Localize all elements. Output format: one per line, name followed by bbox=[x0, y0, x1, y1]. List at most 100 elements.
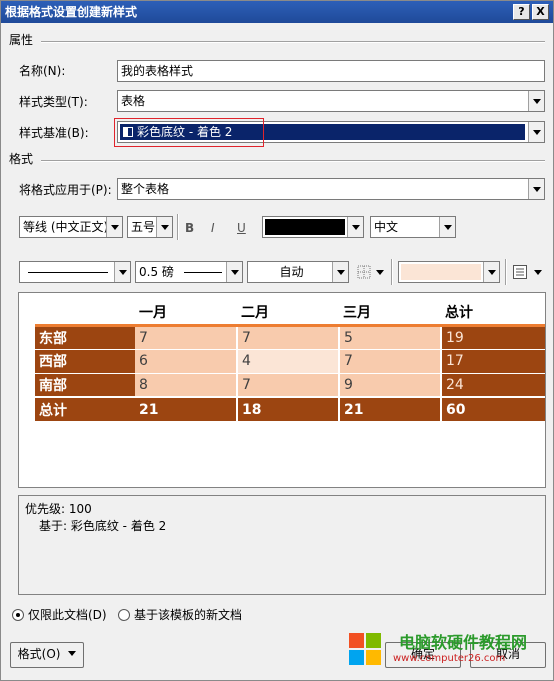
chevron-down-icon[interactable] bbox=[528, 91, 544, 111]
dialog-title: 根据格式设置创建新样式 bbox=[5, 5, 138, 19]
table-cell: 二月 bbox=[237, 301, 339, 327]
chevron-down-icon[interactable] bbox=[106, 217, 122, 237]
language-select[interactable]: 中文 bbox=[370, 216, 456, 238]
chevron-down-icon[interactable] bbox=[483, 262, 499, 282]
table-cell: 60 bbox=[441, 396, 545, 421]
toolbar-separator bbox=[177, 214, 179, 240]
only-this-doc-label[interactable]: 仅限此文档(D) bbox=[28, 607, 107, 623]
table-cell: 6 bbox=[135, 348, 238, 373]
table-cell bbox=[35, 301, 135, 327]
table-preview: 一月 二月 三月 总计 东部 7 7 5 19 西部 6 4 7 17 南部 8… bbox=[18, 292, 546, 488]
title-bar: 根据格式设置创建新样式 bbox=[1, 1, 553, 23]
format-section-label: 格式 bbox=[9, 152, 34, 166]
table-cell: 21 bbox=[135, 396, 238, 421]
table-cell: 总计 bbox=[35, 396, 135, 421]
table-cell: 一月 bbox=[135, 301, 237, 327]
properties-divider bbox=[41, 41, 545, 43]
table-cell: 19 bbox=[441, 325, 545, 349]
table-cell: 24 bbox=[441, 372, 545, 397]
toolbar-separator bbox=[505, 259, 507, 285]
table-cell: 7 bbox=[339, 348, 442, 373]
alignment-icon[interactable] bbox=[513, 265, 527, 279]
chevron-down-icon[interactable] bbox=[534, 270, 542, 275]
only-this-doc-radio[interactable] bbox=[12, 609, 24, 621]
border-color-value: 自动 bbox=[279, 265, 304, 279]
chevron-down-icon[interactable] bbox=[439, 217, 455, 237]
shading-color-swatch bbox=[401, 264, 481, 280]
underline-button[interactable]: U bbox=[237, 220, 246, 236]
borders-icon[interactable] bbox=[357, 265, 371, 279]
bold-button[interactable]: B bbox=[185, 220, 194, 236]
chevron-down-icon[interactable] bbox=[114, 262, 130, 282]
toolbar-separator bbox=[391, 259, 393, 285]
format-button-label: 格式(O) bbox=[17, 647, 61, 661]
preview-table: 一月 二月 三月 总计 东部 7 7 5 19 西部 6 4 7 17 南部 8… bbox=[35, 301, 545, 421]
table-row: 西部 6 4 7 17 bbox=[35, 348, 545, 373]
table-cell: 9 bbox=[339, 372, 442, 397]
apply-to-label: 将格式应用于(P): bbox=[19, 183, 112, 197]
table-cell: 18 bbox=[237, 396, 340, 421]
table-cell: 总计 bbox=[441, 301, 545, 327]
format-button[interactable]: 格式(O) bbox=[10, 642, 84, 668]
properties-section-label: 属性 bbox=[9, 33, 34, 47]
style-type-value: 表格 bbox=[121, 94, 146, 108]
font-select[interactable]: 等线 (中文正文) bbox=[19, 216, 123, 238]
line-weight-value: 0.5 磅 bbox=[139, 265, 174, 279]
help-button[interactable]: ? bbox=[513, 4, 530, 20]
chevron-down-icon[interactable] bbox=[376, 270, 384, 275]
highlight-box bbox=[114, 118, 264, 147]
template-radio[interactable] bbox=[118, 609, 130, 621]
table-cell: 南部 bbox=[35, 372, 135, 397]
name-label: 名称(N): bbox=[19, 64, 66, 78]
table-cell: 5 bbox=[339, 325, 442, 349]
font-color-select[interactable] bbox=[262, 216, 364, 238]
table-cell: 17 bbox=[441, 348, 545, 373]
table-cell: 7 bbox=[135, 325, 238, 349]
windows-logo-icon bbox=[348, 632, 382, 666]
close-button[interactable]: X bbox=[532, 4, 549, 20]
line-weight-preview bbox=[184, 272, 222, 273]
table-cell: 21 bbox=[339, 396, 442, 421]
line-style-select[interactable] bbox=[19, 261, 131, 283]
table-cell: 8 bbox=[135, 372, 238, 397]
style-type-label: 样式类型(T): bbox=[19, 95, 88, 109]
table-cell: 东部 bbox=[35, 325, 135, 349]
style-type-select[interactable]: 表格 bbox=[117, 90, 545, 112]
apply-to-select[interactable]: 整个表格 bbox=[117, 178, 545, 200]
table-cell: 7 bbox=[237, 372, 340, 397]
chevron-down-icon[interactable] bbox=[528, 179, 544, 199]
table-cell: 西部 bbox=[35, 348, 135, 373]
name-input[interactable]: 我的表格样式 bbox=[117, 60, 545, 82]
chevron-down-icon[interactable] bbox=[347, 217, 363, 237]
priority-text: 优先级: 100 bbox=[25, 502, 92, 516]
line-style-preview bbox=[28, 272, 108, 273]
shading-color-select[interactable] bbox=[398, 261, 500, 283]
font-color-swatch bbox=[265, 219, 345, 235]
table-cell: 三月 bbox=[339, 301, 441, 327]
chevron-down-icon[interactable] bbox=[226, 262, 242, 282]
table-header-row: 一月 二月 三月 总计 bbox=[35, 301, 545, 327]
template-label[interactable]: 基于该模板的新文档 bbox=[134, 607, 242, 623]
table-row: 南部 8 7 9 24 bbox=[35, 372, 545, 397]
chevron-down-icon[interactable] bbox=[528, 122, 544, 142]
chevron-down-icon[interactable] bbox=[156, 217, 172, 237]
style-description: 优先级: 100 基于: 彩色底纹 - 着色 2 bbox=[18, 495, 546, 595]
font-size-value: 五号 bbox=[131, 220, 156, 234]
watermark-url: www.computer26.com bbox=[393, 653, 506, 664]
table-row: 东部 7 7 5 19 bbox=[35, 325, 545, 349]
based-on-label: 样式基准(B): bbox=[19, 126, 89, 140]
font-size-select[interactable]: 五号 bbox=[127, 216, 173, 238]
italic-button[interactable]: I bbox=[211, 220, 215, 236]
line-weight-select[interactable]: 0.5 磅 bbox=[135, 261, 243, 283]
chevron-down-icon bbox=[68, 651, 77, 656]
format-divider bbox=[41, 160, 545, 162]
based-on-text: 基于: 彩色底纹 - 着色 2 bbox=[39, 519, 167, 533]
table-cell: 4 bbox=[237, 348, 340, 373]
border-color-select[interactable]: 自动 bbox=[247, 261, 349, 283]
chevron-down-icon[interactable] bbox=[332, 262, 348, 282]
language-value: 中文 bbox=[374, 220, 399, 234]
font-value: 等线 (中文正文) bbox=[23, 220, 109, 234]
dialog-window: 根据格式设置创建新样式 ? X 属性 名称(N): 我的表格样式 样式类型(T)… bbox=[0, 0, 554, 681]
apply-to-value: 整个表格 bbox=[121, 182, 170, 196]
table-total-row: 总计 21 18 21 60 bbox=[35, 396, 545, 421]
